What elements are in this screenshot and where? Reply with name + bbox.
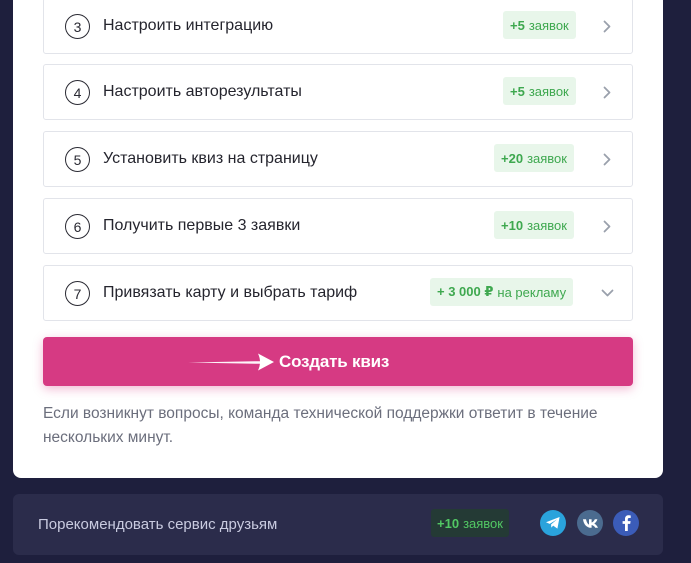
create-quiz-label: Создать квиз — [279, 351, 390, 371]
step-label: Установить квиз на страницу — [103, 150, 318, 167]
bonus-unit: заявок — [527, 150, 567, 166]
step-bonus-badge: + 3 000 ₽ на рекламу — [430, 278, 574, 306]
step-label: Настроить интеграцию — [103, 17, 274, 34]
chevron-right-icon — [600, 199, 614, 253]
chevron-right-icon — [600, 132, 614, 186]
step-number: 6 — [65, 214, 90, 239]
referral-bar: Порекомендовать сервис друзьям +10 заяво… — [13, 494, 663, 555]
bonus-amount: +5 — [510, 83, 525, 99]
step-bonus-badge: +20 заявок — [494, 144, 574, 172]
facebook-icon[interactable] — [613, 510, 639, 536]
bonus-unit: на рекламу — [497, 284, 567, 300]
chevron-down-icon — [600, 266, 614, 320]
bonus-unit: заявок — [528, 17, 569, 33]
chevron-right-icon — [600, 0, 614, 53]
onboarding-card: 3 Настроить интеграцию +5 заявок 4 Настр… — [13, 0, 663, 478]
step-number: 4 — [65, 80, 90, 105]
step-label: Настроить авторезультаты — [103, 83, 302, 100]
chevron-right-icon — [600, 65, 614, 119]
referral-bonus-badge: +10 заявок — [431, 509, 509, 537]
step-bonus-badge: +5 заявок — [503, 77, 576, 105]
bonus-unit: заявок — [528, 83, 569, 99]
step-item-tariff[interactable]: 7 Привязать карту и выбрать тариф + 3 00… — [43, 265, 633, 321]
bonus-amount: +10 — [437, 515, 460, 531]
telegram-icon[interactable] — [540, 510, 566, 536]
step-number: 5 — [65, 147, 90, 172]
bonus-unit: заявок — [463, 515, 503, 531]
step-item-first-leads[interactable]: 6 Получить первые 3 заявки +10 заявок — [43, 198, 633, 254]
bonus-amount: + 3 000 ₽ — [437, 284, 494, 299]
step-item-integration[interactable]: 3 Настроить интеграцию +5 заявок — [43, 0, 633, 54]
vk-icon[interactable] — [577, 510, 603, 536]
bonus-amount: +20 — [501, 150, 524, 166]
step-number: 3 — [65, 14, 90, 39]
bonus-unit: заявок — [527, 217, 567, 233]
step-number: 7 — [65, 281, 90, 306]
step-item-autoresults[interactable]: 4 Настроить авторезультаты +5 заявок — [43, 64, 633, 120]
step-bonus-badge: +10 заявок — [494, 211, 574, 239]
arrow-right-icon — [186, 352, 276, 375]
bonus-amount: +10 — [501, 217, 524, 233]
step-label: Привязать карту и выбрать тариф — [103, 284, 358, 301]
create-quiz-button[interactable]: Создать квиз — [43, 337, 633, 386]
step-bonus-badge: +5 заявок — [503, 11, 576, 39]
step-label: Получить первые 3 заявки — [103, 217, 301, 234]
bonus-amount: +5 — [510, 17, 525, 33]
referral-label: Порекомендовать сервис друзьям — [38, 516, 278, 533]
support-note: Если возникнут вопросы, команда техничес… — [43, 405, 598, 446]
step-item-install-quiz[interactable]: 5 Установить квиз на страницу +20 заявок — [43, 131, 633, 187]
